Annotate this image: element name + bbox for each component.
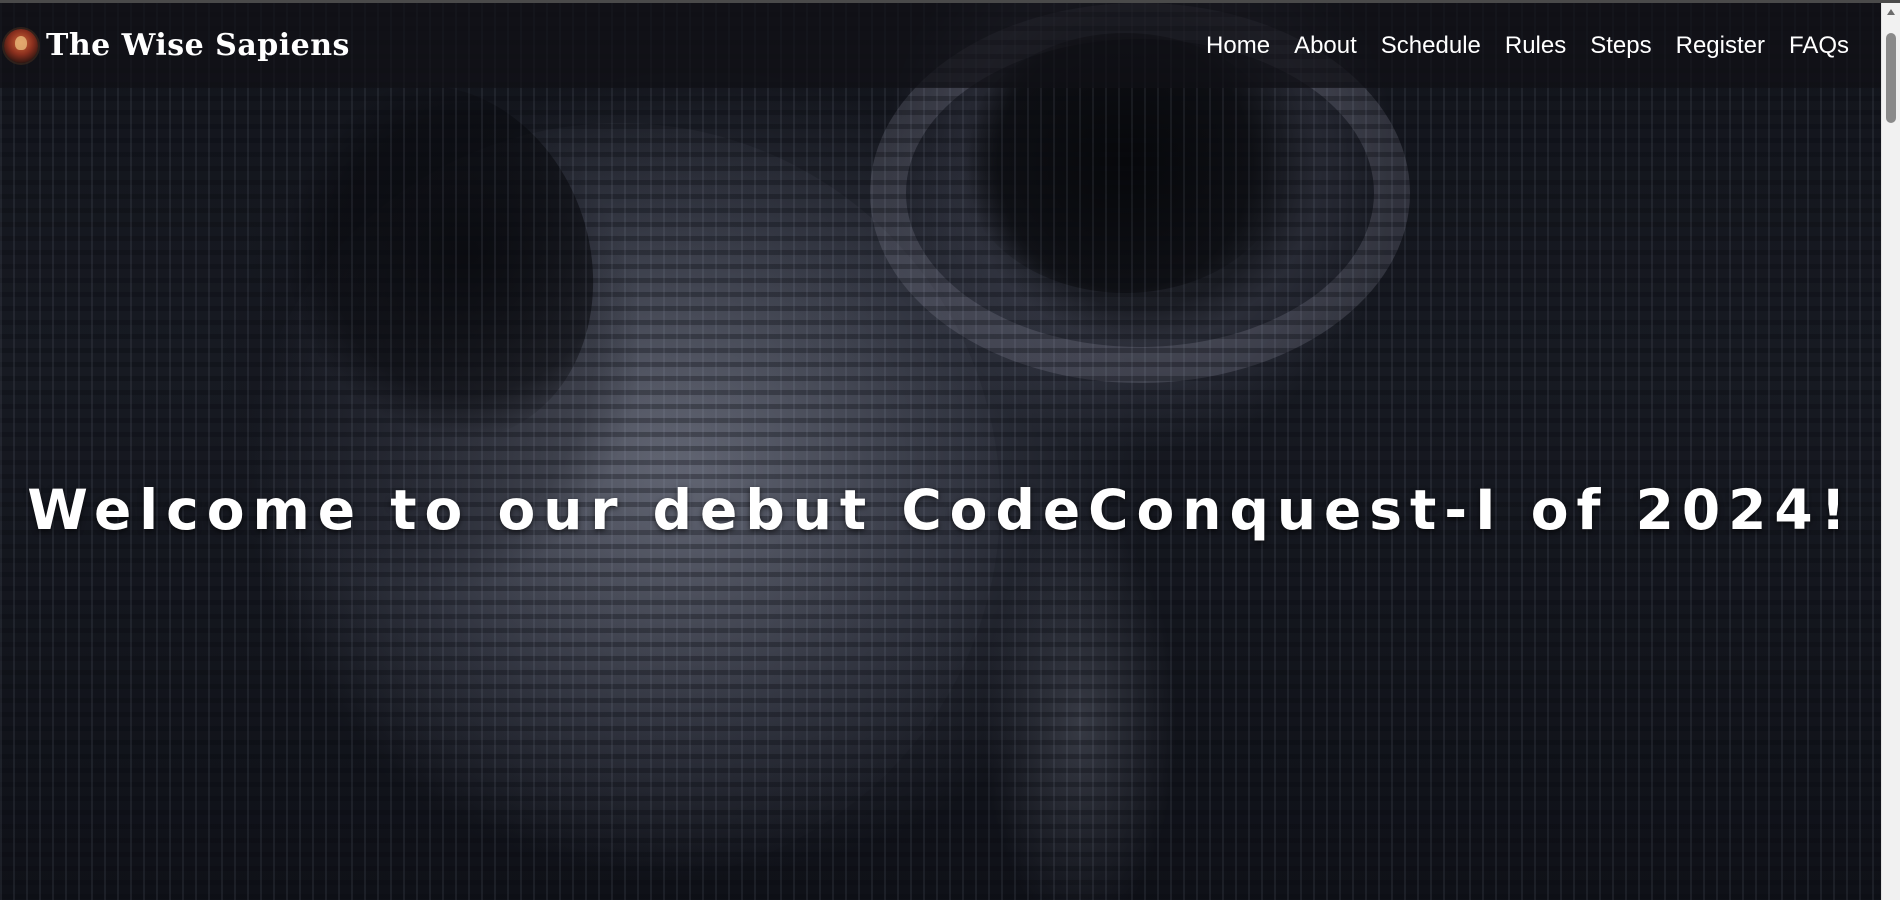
hero-title: Welcome to our debut CodeConquest-I of 2… <box>27 477 1854 542</box>
nav-link-rules[interactable]: Rules <box>1505 32 1566 60</box>
top-navbar: The Wise Sapiens Home About Schedule Rul… <box>0 3 1881 88</box>
browser-frame: Welcome to our debut CodeConquest-I of 2… <box>0 0 1900 900</box>
nav-link-home[interactable]: Home <box>1206 32 1270 60</box>
nav-links: Home About Schedule Rules Steps Register… <box>1206 32 1849 60</box>
page-scrollbar[interactable] <box>1881 3 1900 900</box>
nav-link-schedule[interactable]: Schedule <box>1381 32 1481 60</box>
nav-link-register[interactable]: Register <box>1676 32 1765 60</box>
hero-section: Welcome to our debut CodeConquest-I of 2… <box>0 3 1881 900</box>
brand-name[interactable]: The Wise Sapiens <box>46 28 350 63</box>
nav-link-faqs[interactable]: FAQs <box>1789 32 1849 60</box>
nav-link-about[interactable]: About <box>1294 32 1357 60</box>
matrix-code-rain-overlay <box>0 3 1881 900</box>
scroll-up-arrow-icon[interactable] <box>1887 9 1895 15</box>
scrollbar-thumb[interactable] <box>1886 33 1896 123</box>
brand[interactable]: The Wise Sapiens <box>4 28 350 63</box>
nav-link-steps[interactable]: Steps <box>1590 32 1651 60</box>
team-logo-icon[interactable] <box>4 28 38 63</box>
